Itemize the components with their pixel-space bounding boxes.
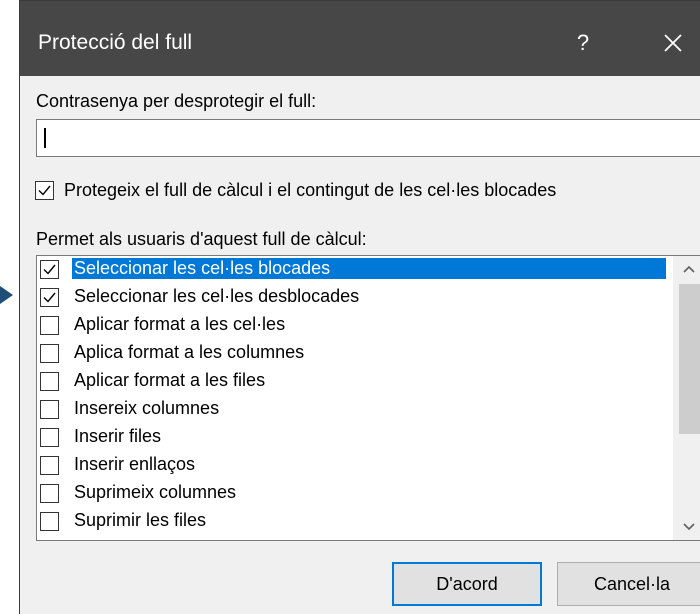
help-button[interactable]: ? <box>563 21 603 65</box>
permission-label: Seleccionar les cel·les blocades <box>72 258 666 279</box>
permission-label: Seleccionar les cel·les desblocades <box>74 286 360 306</box>
help-label: ? <box>576 30 590 55</box>
checkmark-icon <box>43 292 56 303</box>
permission-item[interactable]: Suprimeix columnes <box>37 480 669 508</box>
permission-item[interactable]: Aplicar format a les files <box>37 368 669 396</box>
permission-checkbox[interactable] <box>40 400 59 419</box>
permission-checkbox[interactable] <box>40 484 59 503</box>
permission-checkbox[interactable] <box>40 456 59 475</box>
permission-item[interactable]: Aplicar format a les cel·les <box>37 312 669 340</box>
dialog-title: Protecció del full <box>38 31 193 54</box>
permission-item[interactable]: Insereix columnes <box>37 396 669 424</box>
permission-item[interactable]: Aplica format a les columnes <box>37 340 669 368</box>
sheet-protection-dialog: Protecció del full ? Contrasenya per des… <box>19 0 700 614</box>
scroll-up-button[interactable] <box>673 256 700 282</box>
permission-checkbox[interactable] <box>40 512 59 531</box>
chevron-up-icon <box>683 265 695 273</box>
permission-item[interactable]: Seleccionar les cel·les blocades <box>37 256 669 284</box>
pointer-arrow-icon <box>0 286 13 304</box>
permission-label: Insereix columnes <box>74 398 220 418</box>
permission-checkbox[interactable] <box>40 344 59 363</box>
text-caret <box>44 128 46 148</box>
permission-label: Aplicar format a les files <box>74 370 266 390</box>
ok-label: D'acord <box>436 573 498 594</box>
permission-label: Aplica format a les columnes <box>74 342 305 362</box>
permission-label: Inserir enllaços <box>74 454 196 474</box>
chevron-down-icon <box>683 523 695 531</box>
permission-item[interactable]: Seleccionar les cel·les desblocades <box>37 284 669 312</box>
permission-checkbox[interactable] <box>40 372 59 391</box>
permission-checkbox[interactable] <box>40 316 59 335</box>
permission-label: Suprimeix columnes <box>74 482 237 502</box>
ok-button[interactable]: D'acord <box>392 562 542 606</box>
protect-label: Protegeix el full de càlcul i el conting… <box>64 180 557 200</box>
checkmark-icon <box>38 185 51 196</box>
permission-label: Aplicar format a les cel·les <box>74 314 286 334</box>
protect-checkbox-box[interactable] <box>35 181 54 200</box>
permissions-label: Permet als usuaris d'aquest full de càlc… <box>36 229 367 249</box>
checkmark-icon <box>43 264 56 275</box>
close-icon <box>664 34 682 52</box>
close-button[interactable] <box>648 21 698 65</box>
permissions-list[interactable]: Seleccionar les cel·les blocades Seleccio… <box>36 255 700 541</box>
permission-label: Inserir files <box>74 426 162 446</box>
cancel-label: Cancel·la <box>593 573 671 594</box>
password-input[interactable] <box>36 119 700 157</box>
password-label: Contrasenya per desprotegir el full: <box>36 91 317 111</box>
list-scrollbar[interactable] <box>673 256 700 540</box>
permission-checkbox[interactable] <box>40 288 59 307</box>
cancel-button[interactable]: Cancel·la <box>557 562 700 606</box>
permission-item[interactable]: Inserir files <box>37 424 669 452</box>
permission-checkbox[interactable] <box>40 260 59 279</box>
title-bar: Protecció del full ? <box>20 1 700 76</box>
permission-item[interactable]: Inserir enllaços <box>37 452 669 480</box>
scroll-down-button[interactable] <box>673 514 700 540</box>
permission-item[interactable]: Suprimir les files <box>37 508 669 536</box>
scroll-thumb[interactable] <box>679 284 700 434</box>
permission-checkbox[interactable] <box>40 428 59 447</box>
permission-label: Suprimir les files <box>74 510 207 530</box>
